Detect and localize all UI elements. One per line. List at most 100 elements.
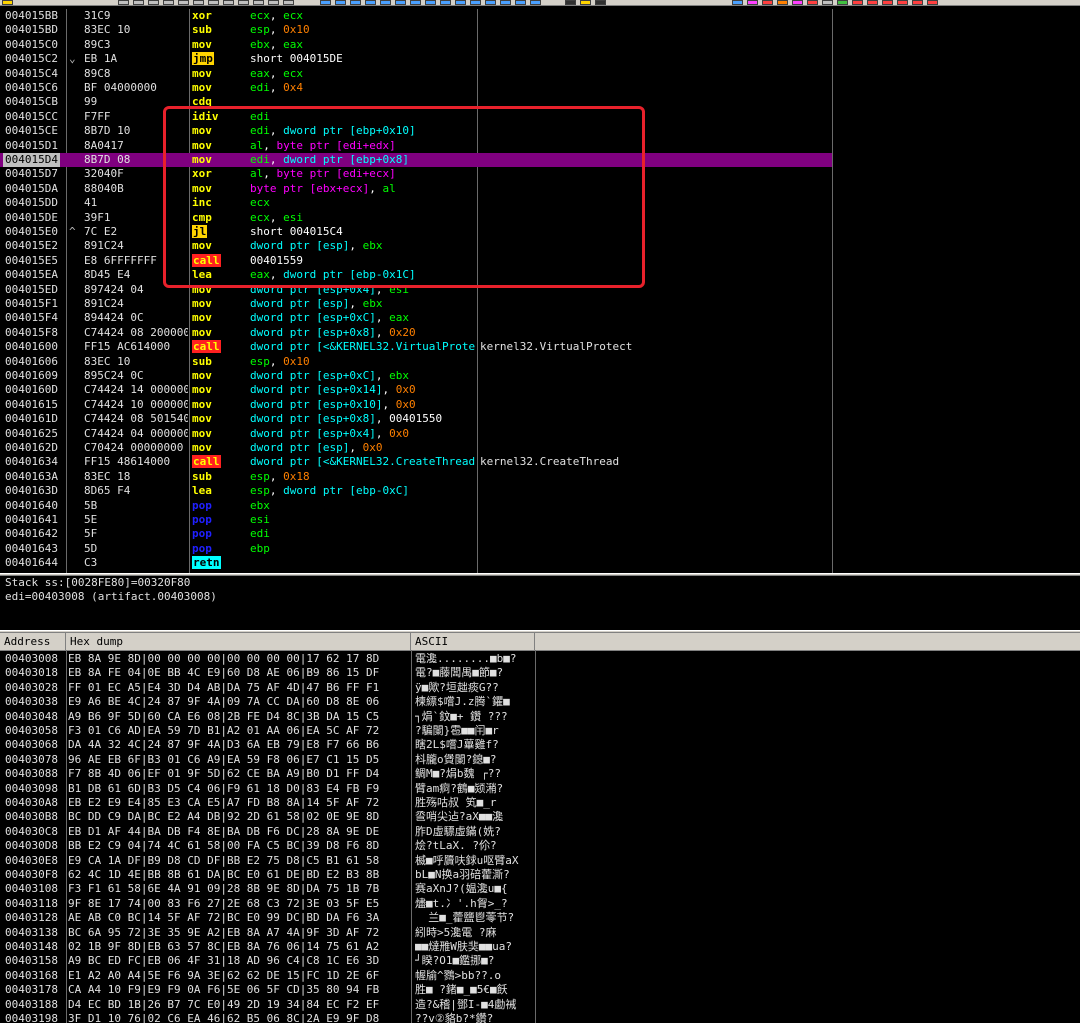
disasm-address[interactable]: 0040163A [5, 470, 58, 484]
disasm-address[interactable]: 0040161D [5, 412, 58, 426]
toolbar-button[interactable] [118, 0, 129, 5]
disasm-row[interactable]: 0040162D C70424 00000000 mov dword ptr [esp… [0, 441, 832, 455]
dump-row[interactable]: 004030A8 EB E2 E9 E4|85 E3 CA E5|A7 FD B8… [0, 796, 1080, 810]
toolbar-button[interactable] [178, 0, 189, 5]
toolbar-button[interactable] [470, 0, 481, 5]
disasm-row[interactable]: 004015ED 897424 04 mov dword ptr [esp+0x4],… [0, 283, 832, 297]
toolbar-button[interactable] [897, 0, 908, 5]
toolbar-button[interactable] [380, 0, 391, 5]
disasm-address[interactable]: 004015C6 [5, 81, 58, 95]
disasm-address[interactable]: 004015E2 [5, 239, 58, 253]
toolbar-button[interactable] [193, 0, 204, 5]
dump-row[interactable]: 00403198 3F D1 10 76|02 C6 EA 46|62 B5 06… [0, 1012, 1080, 1023]
disasm-address[interactable]: 004015CC [5, 110, 58, 124]
toolbar-button[interactable] [440, 0, 451, 5]
disasm-address[interactable]: 00401600 [5, 340, 58, 354]
disasm-address[interactable]: 004015DD [5, 196, 58, 210]
toolbar-button[interactable] [837, 0, 848, 5]
toolbar-button[interactable] [580, 0, 591, 5]
toolbar-button[interactable] [515, 0, 526, 5]
disasm-row[interactable]: 004015CC F7FF idiv edi [0, 110, 832, 124]
dump-row[interactable]: 00403088 F7 8B 4D 06|EF 01 9F 5D|62 CE BA… [0, 767, 1080, 781]
toolbar-button[interactable] [133, 0, 144, 5]
disasm-row[interactable]: 004015EA 8D45 E4 lea eax, dword ptr [ebp-0x… [0, 268, 832, 282]
disasm-row[interactable]: 00401600 FF15 AC614000 call dword ptr [<&KE… [0, 340, 832, 354]
disasm-address[interactable]: 00401609 [5, 369, 58, 383]
disasm-row[interactable]: 004015DA 88040B mov byte ptr [ebx+ecx], al [0, 182, 832, 196]
toolbar-button[interactable] [807, 0, 818, 5]
dump-row[interactable]: 00403078 96 AE EB 6F|B3 01 C6 A9|EA 59 F8… [0, 753, 1080, 767]
disasm-address[interactable]: 004015ED [5, 283, 58, 297]
toolbar-button[interactable] [762, 0, 773, 5]
disasm-address[interactable]: 004015C2 [5, 52, 58, 66]
disasm-row[interactable]: 00401606 83EC 10 sub esp, 0x10 [0, 355, 832, 369]
disasm-row[interactable]: 0040163D 8D65 F4 lea esp, dword ptr [ebp-0x… [0, 484, 832, 498]
dump-row[interactable]: 004030B8 BC DD C9 DA|BC E2 A4 DB|92 2D 61… [0, 810, 1080, 824]
disasm-address[interactable]: 0040160D [5, 383, 58, 397]
disasm-row[interactable]: 004015BB 31C9 xor ecx, ecx [0, 9, 832, 23]
dump-row[interactable]: 00403058 F3 01 C6 AD|EA 59 7D B1|A2 01 AA… [0, 724, 1080, 738]
disasm-address[interactable]: 004015F8 [5, 326, 58, 340]
disasm-address[interactable]: 00401643 [5, 542, 58, 556]
disasm-row[interactable]: 004015D1 8A0417 mov al, byte ptr [edi+edx] [0, 139, 832, 153]
toolbar-button[interactable] [148, 0, 159, 5]
dump-row[interactable]: 00403098 B1 DB 61 6D|B3 D5 C4 06|F9 61 18… [0, 782, 1080, 796]
hex-dump-pane[interactable]: Address Hex dump ASCII 00403008 EB 8A 9E … [0, 633, 1080, 1023]
disasm-address[interactable]: 00401615 [5, 398, 58, 412]
toolbar-button[interactable] [595, 0, 606, 5]
toolbar-button[interactable] [163, 0, 174, 5]
dump-row[interactable]: 004030F8 62 4C 1D 4E|BB 8B 61 DA|BC E0 61… [0, 868, 1080, 882]
disasm-address[interactable]: 004015C4 [5, 67, 58, 81]
toolbar-button[interactable] [238, 0, 249, 5]
disasm-row[interactable]: 004015F8 C74424 08 2000000 mov dword ptr [e… [0, 326, 832, 340]
disasm-address[interactable]: 004015BD [5, 23, 58, 37]
toolbar-button[interactable] [320, 0, 331, 5]
toolbar-button[interactable] [283, 0, 294, 5]
toolbar-button[interactable] [485, 0, 496, 5]
disasm-row[interactable]: 004015E5 E8 6FFFFFFF call 00401559 [0, 253, 832, 268]
dump-row[interactable]: 004030E8 E9 CA 1A DF|B9 D8 CD DF|BB E2 75… [0, 854, 1080, 868]
toolbar-button[interactable] [208, 0, 219, 5]
dump-row[interactable]: 00403018 EB 8A FE 04|0E BB 4C E9|60 D8 AE… [0, 666, 1080, 680]
disasm-address[interactable]: 00401641 [5, 513, 58, 527]
toolbar-button[interactable] [223, 0, 234, 5]
disasm-row[interactable]: 00401640 5B pop ebx [0, 499, 832, 513]
dump-row[interactable]: 00403128 AE AB C0 BC|14 5F AF 72|BC E0 99… [0, 911, 1080, 925]
disasm-row[interactable]: 004015F1 891C24 mov dword ptr [esp], ebx [0, 297, 832, 311]
toolbar-button[interactable] [365, 0, 376, 5]
disasm-row[interactable]: 004015C0 89C3 mov ebx, eax [0, 38, 832, 52]
disasm-address[interactable]: 004015BB [5, 9, 58, 23]
disasm-address[interactable]: 004015F4 [5, 311, 58, 325]
disasm-row[interactable]: 004015D4 8B7D 08 mov edi, dword ptr [ebp+0x… [0, 153, 832, 168]
toolbar-button[interactable] [732, 0, 743, 5]
toolbar-button[interactable] [530, 0, 541, 5]
disasm-address[interactable]: 004015DE [5, 211, 58, 225]
toolbar-button[interactable] [395, 0, 406, 5]
dump-row[interactable]: 00403138 BC 6A 95 72|3E 35 9E A2|EB 8A A7… [0, 926, 1080, 940]
disasm-row[interactable]: 004015CB 99 cdq [0, 95, 832, 109]
disasm-row[interactable]: 004015C4 89C8 mov eax, ecx [0, 67, 832, 81]
toolbar-button[interactable] [777, 0, 788, 5]
disasm-address[interactable]: 00401640 [5, 499, 58, 513]
disasm-address[interactable]: 00401644 [5, 556, 58, 570]
disassembly-pane[interactable]: 004015BB 31C9 xor ecx, ecx 004015BD 83EC 10 su… [0, 9, 1080, 574]
dump-row[interactable]: 00403118 9F 8E 17 74|00 83 F6 27|2E 68 C3… [0, 897, 1080, 911]
toolbar-button[interactable] [882, 0, 893, 5]
toolbar-button[interactable] [455, 0, 466, 5]
dump-row[interactable]: 00403158 A9 BC ED FC|EB 06 4F 31|18 AD 96… [0, 954, 1080, 968]
dump-header-hex[interactable]: Hex dump [66, 633, 411, 650]
toolbar-button[interactable] [792, 0, 803, 5]
toolbar-button[interactable] [747, 0, 758, 5]
dump-row[interactable]: 004030C8 EB D1 AF 44|BA DB F4 8E|BA DB F6… [0, 825, 1080, 839]
dump-row[interactable]: 00403148 02 1B 9F 8D|EB 63 57 8C|EB 8A 76… [0, 940, 1080, 954]
disasm-row[interactable]: 004015E0 ^ 7C E2 jl short 004015C4 [0, 225, 832, 239]
disasm-address[interactable]: 004015DA [5, 182, 58, 196]
disasm-address[interactable]: 004015D7 [5, 167, 58, 181]
dump-row[interactable]: 00403108 F3 F1 61 58|6E 4A 91 09|28 8B 9E… [0, 882, 1080, 896]
toolbar-button[interactable] [927, 0, 938, 5]
disasm-row[interactable]: 00401643 5D pop ebp [0, 542, 832, 556]
disasm-row[interactable]: 004015C2 ⌄ EB 1A jmp short 004015DE [0, 52, 832, 66]
disasm-row[interactable]: 004015DD 41 inc ecx [0, 196, 832, 210]
disasm-row[interactable]: 00401609 895C24 0C mov dword ptr [esp+0xC],… [0, 369, 832, 383]
disasm-address[interactable]: 004015D1 [5, 139, 58, 153]
